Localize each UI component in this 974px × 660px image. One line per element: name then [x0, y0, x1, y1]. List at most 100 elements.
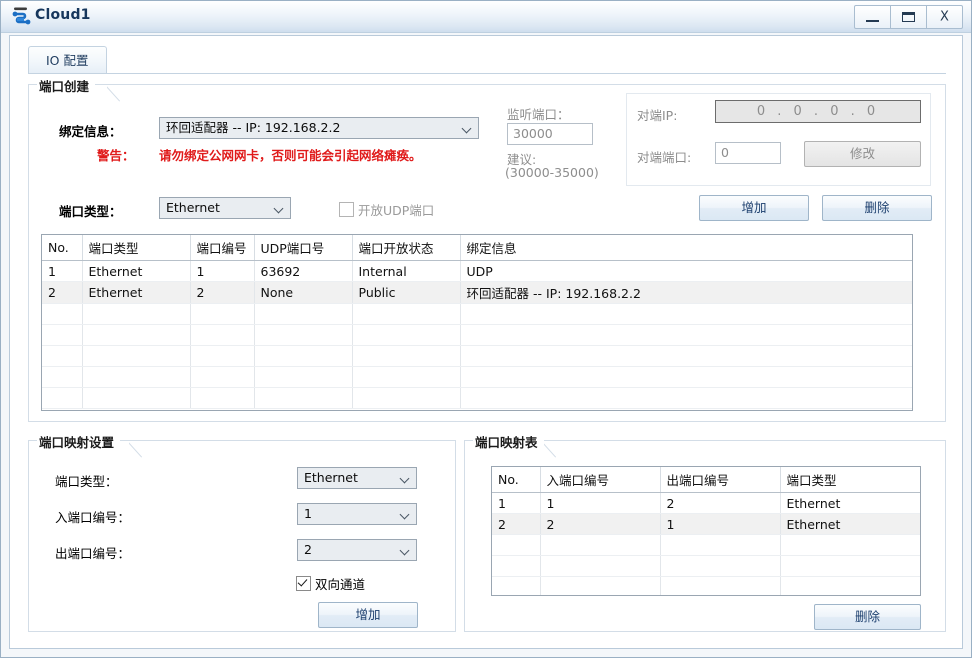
port-table-inner: No. 端口类型 端口编号 UDP端口号 端口开放状态 绑定信息 1 Ether…	[42, 235, 912, 409]
checkbox-box	[339, 202, 354, 217]
chevron-down-icon	[275, 205, 283, 213]
mapping-out-port-value: 2	[304, 542, 312, 557]
cell-number: 1	[190, 261, 254, 282]
mapping-out-port-combo[interactable]: 2	[297, 539, 417, 561]
chevron-down-icon	[401, 475, 409, 483]
cell-bind: UDP	[460, 261, 912, 282]
application-window: Cloud1 X IO 配置 端口创建 绑定信息：	[0, 0, 972, 658]
close-button[interactable]: X	[926, 5, 963, 29]
group-port-create: 端口创建 绑定信息： 环回适配器 -- IP: 192.168.2.2 警告： …	[28, 84, 946, 422]
cell-udp: 63692	[254, 261, 352, 282]
modify-button[interactable]: 修改	[804, 141, 921, 167]
mapping-in-port-combo[interactable]: 1	[297, 503, 417, 525]
peer-ip-label: 对端IP:	[637, 105, 677, 124]
port-type-label: 端口类型：	[59, 201, 122, 220]
mapping-table[interactable]: No. 入端口编号 出端口编号 端口类型 1 1 2 Ethernet	[491, 466, 921, 596]
bind-info-label: 绑定信息：	[59, 121, 122, 140]
mapping-port-type-combo[interactable]: Ethernet	[297, 467, 417, 489]
listen-port-label: 监听端口：	[507, 104, 570, 123]
cell-type: Ethernet	[82, 282, 190, 304]
table-row[interactable]: 2 Ethernet 2 None Public 环回适配器 -- IP: 19…	[42, 282, 912, 304]
cell-out: 2	[660, 493, 780, 514]
add-port-button[interactable]: 增加	[699, 195, 809, 221]
group-port-create-title: 端口创建	[37, 76, 95, 95]
close-icon: X	[927, 11, 962, 24]
listen-port-input[interactable]: 30000	[507, 123, 593, 145]
group-port-mapping-table: 端口映射表 No. 入端口编号 出端口编号 端口类型	[464, 440, 946, 632]
peer-port-input[interactable]: 0	[715, 142, 781, 164]
table-row-empty[interactable]	[42, 304, 912, 325]
port-table-header-row: No. 端口类型 端口编号 UDP端口号 端口开放状态 绑定信息	[42, 235, 912, 261]
cell-type: Ethernet	[780, 493, 920, 514]
cell-no: 2	[42, 282, 82, 304]
cell-type: Ethernet	[82, 261, 190, 282]
warning-label: 警告：	[97, 145, 135, 164]
window-title: Cloud1	[35, 7, 91, 23]
cell-in: 1	[540, 493, 660, 514]
cell-no: 1	[492, 493, 540, 514]
mapping-port-type-label: 端口类型：	[55, 471, 118, 490]
suggest-range: (30000-35000)	[505, 165, 599, 180]
cell-no: 1	[42, 261, 82, 282]
group-mapping-settings-title: 端口映射设置	[37, 432, 120, 451]
port-col-bind: 绑定信息	[460, 235, 912, 261]
chevron-down-icon	[401, 547, 409, 555]
group-port-create-slant	[107, 84, 123, 102]
table-row-empty[interactable]	[42, 367, 912, 388]
cell-out: 1	[660, 514, 780, 535]
peer-ip-input[interactable]: 0 . 0 . 0 . 0	[715, 100, 921, 123]
cell-status: Public	[352, 282, 460, 304]
mapping-delete-button[interactable]: 删除	[814, 604, 921, 630]
cell-udp: None	[254, 282, 352, 304]
warning-text: 请勿绑定公网网卡，否则可能会引起网络瘫痪。	[159, 145, 422, 164]
port-col-no: No.	[42, 235, 82, 261]
cell-number: 2	[190, 282, 254, 304]
mapping-in-port-label: 入端口编号：	[55, 507, 130, 526]
bind-info-combo[interactable]: 环回适配器 -- IP: 192.168.2.2	[159, 117, 479, 139]
group-mapping-table-slant	[543, 440, 559, 458]
port-col-udp: UDP端口号	[254, 235, 352, 261]
mapping-col-out: 出端口编号	[660, 467, 780, 493]
table-row-empty[interactable]	[492, 577, 920, 597]
window-controls: X	[855, 5, 963, 29]
open-udp-port-checkbox[interactable]: 开放UDP端口	[339, 200, 434, 219]
table-row-empty[interactable]	[42, 325, 912, 346]
tab-io-config[interactable]: IO 配置	[28, 46, 107, 73]
cell-status: Internal	[352, 261, 460, 282]
title-bar: Cloud1 X	[1, 1, 971, 33]
mapping-add-button[interactable]: 增加	[318, 602, 418, 628]
mapping-out-port-label: 出端口编号：	[55, 543, 130, 562]
cell-in: 2	[540, 514, 660, 535]
group-mapping-table-title: 端口映射表	[473, 432, 544, 451]
tab-strip: IO 配置	[28, 46, 946, 74]
cell-type: Ethernet	[780, 514, 920, 535]
maximize-icon	[902, 12, 915, 22]
checkbox-box	[296, 576, 311, 591]
mapping-table-header-row: No. 入端口编号 出端口编号 端口类型	[492, 467, 920, 493]
port-col-type: 端口类型	[82, 235, 190, 261]
group-mapping-settings-slant	[129, 440, 145, 458]
mapping-col-type: 端口类型	[780, 467, 920, 493]
tab-io-config-label: IO 配置	[46, 53, 89, 68]
delete-port-button[interactable]: 删除	[822, 195, 932, 221]
mapping-port-type-value: Ethernet	[304, 470, 358, 485]
chevron-down-icon	[401, 511, 409, 519]
bidirectional-channel-checkbox[interactable]: 双向通道	[296, 574, 365, 593]
table-row[interactable]: 2 2 1 Ethernet	[492, 514, 920, 535]
client-area: IO 配置 端口创建 绑定信息： 环回适配器 -- IP: 192.168.2.…	[9, 35, 963, 649]
bidirectional-channel-label: 双向通道	[315, 577, 365, 592]
port-type-value: Ethernet	[166, 200, 220, 215]
port-type-combo[interactable]: Ethernet	[159, 197, 291, 219]
table-row-empty[interactable]	[42, 346, 912, 367]
maximize-button[interactable]	[890, 5, 927, 29]
peer-port-label: 对端端口:	[637, 147, 691, 166]
table-row[interactable]: 1 Ethernet 1 63692 Internal UDP	[42, 261, 912, 282]
cell-bind: 环回适配器 -- IP: 192.168.2.2	[460, 282, 912, 304]
table-row-empty[interactable]	[492, 556, 920, 577]
table-row-empty[interactable]	[492, 535, 920, 556]
tab-underline	[28, 73, 946, 74]
minimize-button[interactable]	[854, 5, 891, 29]
table-row[interactable]: 1 1 2 Ethernet	[492, 493, 920, 514]
port-table[interactable]: No. 端口类型 端口编号 UDP端口号 端口开放状态 绑定信息 1 Ether…	[41, 234, 913, 411]
table-row-empty[interactable]	[42, 388, 912, 409]
